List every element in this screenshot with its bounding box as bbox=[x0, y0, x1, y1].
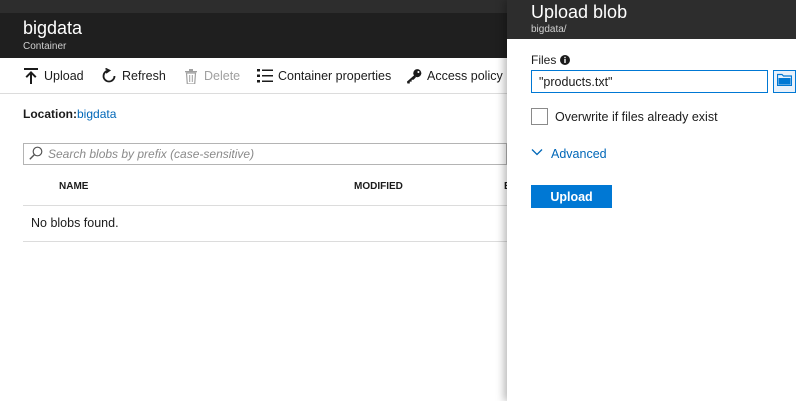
search-input[interactable] bbox=[48, 147, 488, 161]
search-box bbox=[23, 143, 507, 165]
upload-arrow-icon bbox=[23, 68, 39, 84]
location-link[interactable]: bigdata bbox=[77, 107, 116, 121]
container-subtitle: Container bbox=[23, 41, 67, 52]
key-icon bbox=[406, 68, 422, 84]
refresh-button[interactable]: Refresh bbox=[101, 58, 166, 94]
overwrite-label: Overwrite if files already exist bbox=[555, 109, 718, 124]
overwrite-checkbox[interactable]: Overwrite if files already exist bbox=[531, 108, 718, 125]
info-icon[interactable] bbox=[560, 55, 571, 65]
panel-header: Upload blob bigdata/ bbox=[507, 0, 796, 39]
empty-message-row: No blobs found. bbox=[23, 206, 507, 242]
files-input[interactable] bbox=[531, 70, 768, 93]
chevron-down-icon bbox=[531, 148, 543, 160]
access-policy-button[interactable]: Access policy bbox=[406, 58, 503, 94]
delete-button[interactable]: Delete bbox=[183, 58, 240, 94]
browse-files-button[interactable] bbox=[773, 70, 796, 93]
upload-button[interactable]: Upload bbox=[531, 185, 612, 208]
files-label: Files bbox=[531, 53, 571, 67]
column-header-name[interactable]: NAME bbox=[59, 181, 88, 192]
column-header-modified[interactable]: MODIFIED bbox=[354, 181, 403, 192]
container-title: bigdata bbox=[23, 18, 83, 38]
toolbar: Upload Refresh Delete Container properti… bbox=[0, 58, 507, 94]
panel-title: Upload blob bbox=[531, 2, 628, 22]
panel-subtitle: bigdata/ bbox=[531, 24, 567, 35]
table-header: NAME MODIFIED B bbox=[23, 170, 511, 206]
refresh-label: Refresh bbox=[122, 69, 166, 83]
search-icon bbox=[29, 146, 45, 162]
empty-message: No blobs found. bbox=[31, 216, 119, 230]
files-label-text: Files bbox=[531, 53, 557, 67]
advanced-toggle[interactable]: Advanced bbox=[531, 147, 607, 161]
folder-icon bbox=[776, 73, 793, 91]
upload-blob-panel: Upload blob bigdata/ Files Overwrite if … bbox=[507, 0, 796, 401]
access-policy-label: Access policy bbox=[427, 69, 503, 83]
location-label: Location: bbox=[23, 107, 77, 121]
container-properties-label: Container properties bbox=[278, 69, 392, 83]
advanced-label: Advanced bbox=[551, 147, 607, 161]
blade-header: bigdata Container bbox=[0, 13, 520, 58]
trash-icon bbox=[183, 68, 199, 84]
list-icon bbox=[257, 68, 273, 84]
upload-label: Upload bbox=[44, 69, 84, 83]
refresh-icon bbox=[101, 68, 117, 84]
delete-label: Delete bbox=[204, 69, 241, 83]
checkbox-box[interactable] bbox=[531, 108, 548, 125]
upload-toolbar-button[interactable]: Upload bbox=[23, 58, 84, 94]
container-properties-button[interactable]: Container properties bbox=[257, 58, 391, 94]
location: Location:bigdata bbox=[23, 107, 116, 121]
